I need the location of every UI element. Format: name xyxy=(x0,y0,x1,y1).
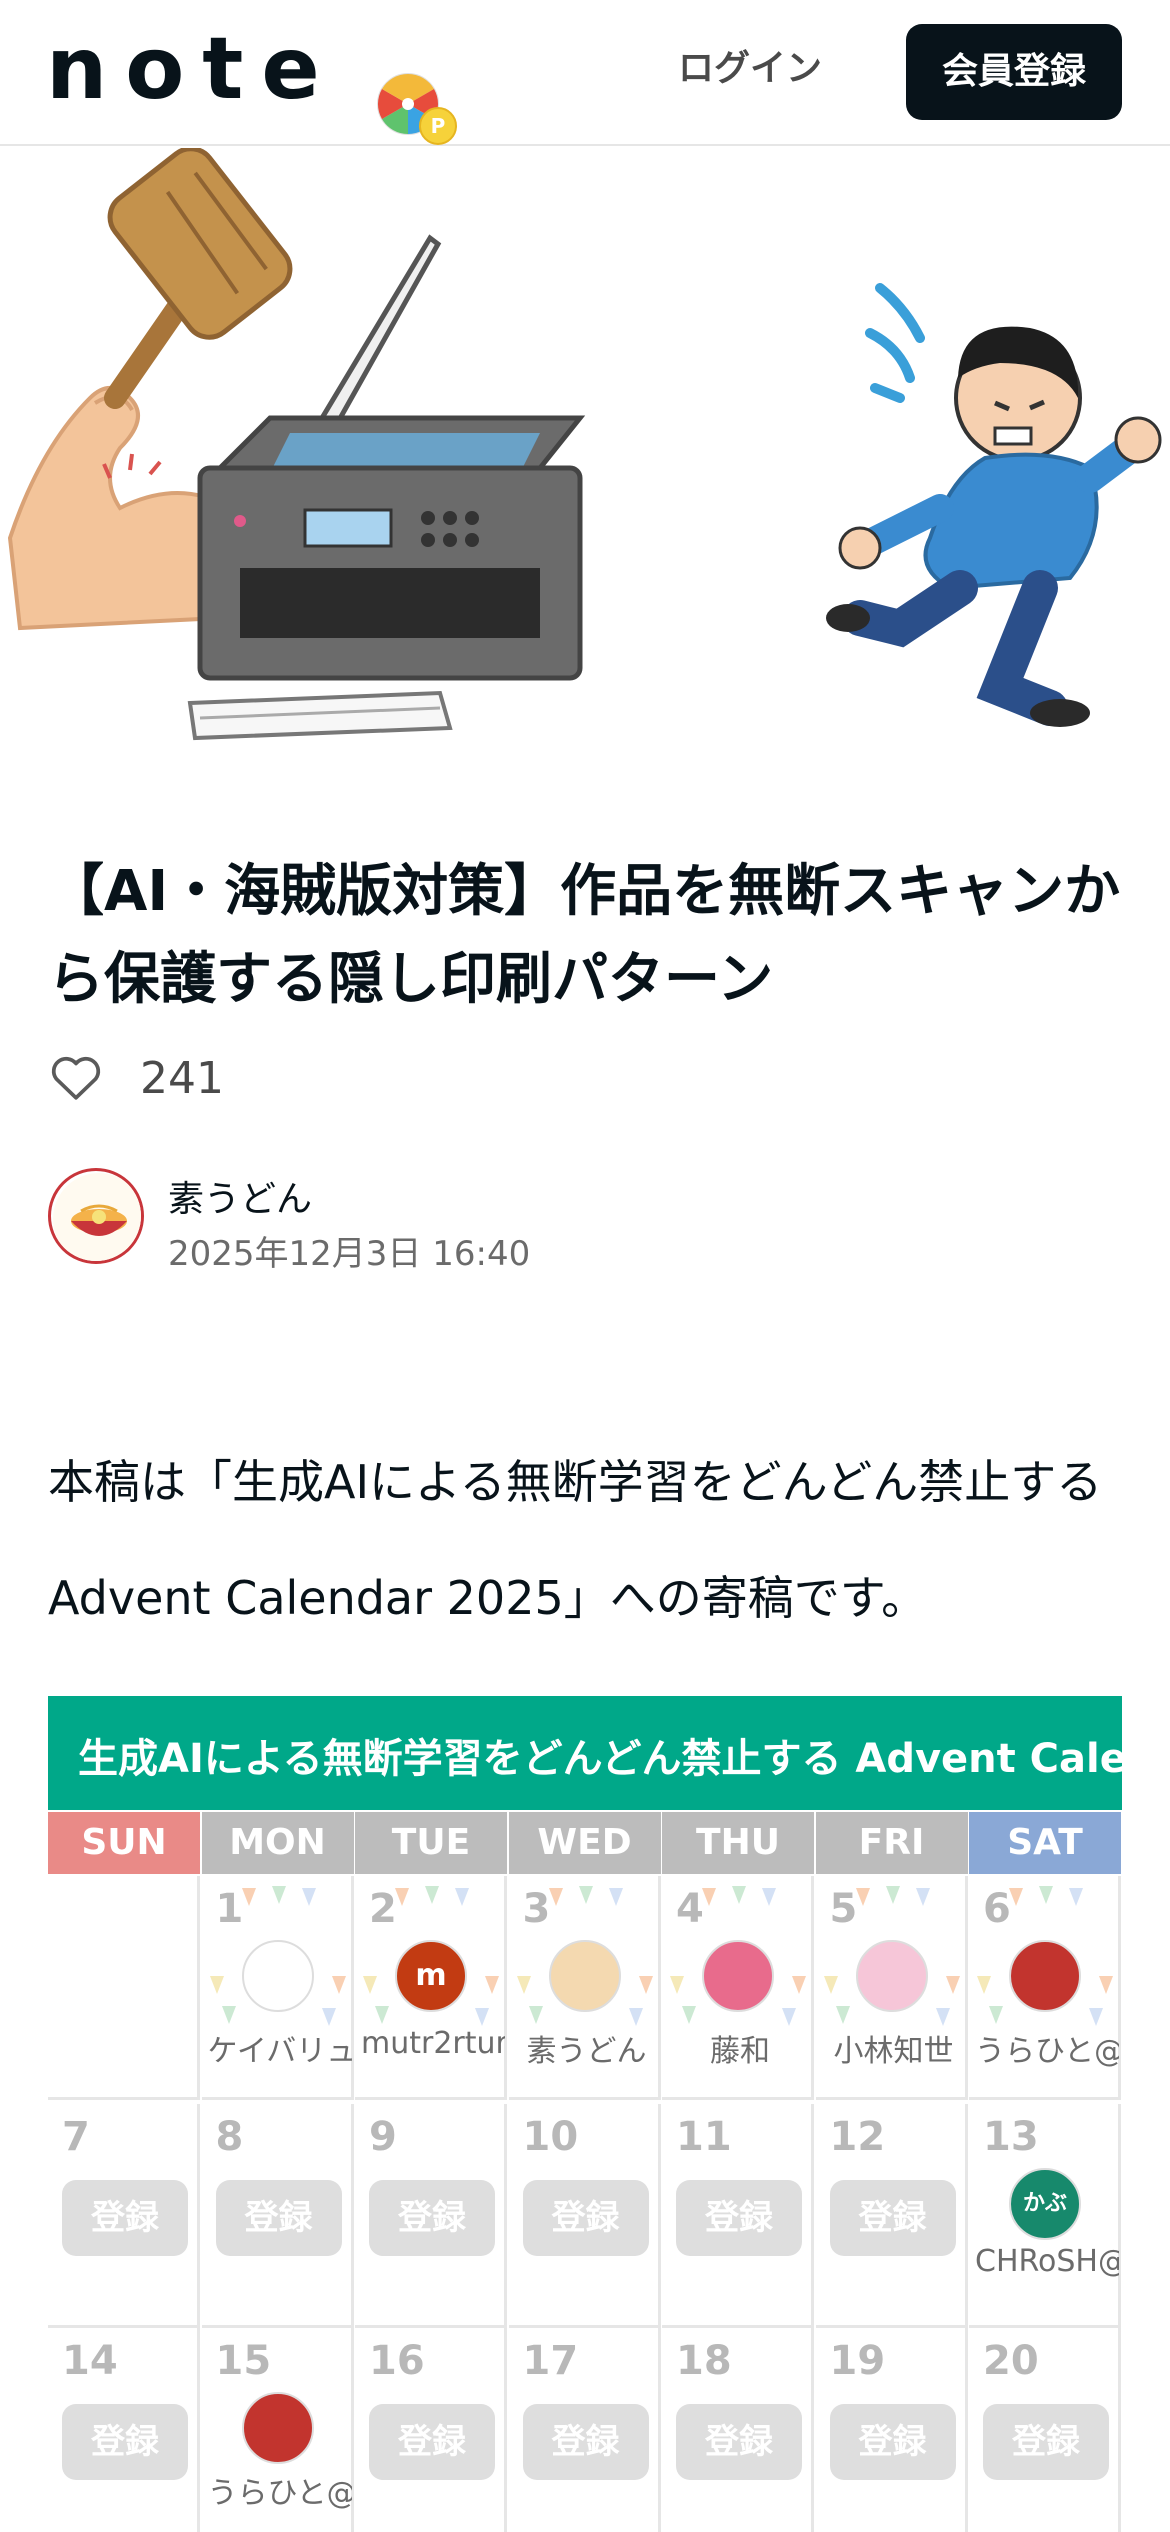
entry-author-avatar[interactable]: かぶ xyxy=(1009,2168,1081,2240)
calendar-day-cell[interactable]: 15 うらひと@ xyxy=(201,2328,354,2532)
calendar-day-number: 6 xyxy=(983,1886,1011,1932)
day-of-week-thu: THU xyxy=(662,1812,814,1874)
calendar-day-cell[interactable]: 4 藤和 xyxy=(662,1876,814,2100)
register-button[interactable]: 登録 xyxy=(522,2404,649,2480)
calendar-day-cell[interactable]: 19 登録 xyxy=(815,2328,968,2532)
calendar-day-cell[interactable]: 8 登録 xyxy=(201,2104,354,2328)
entry-author-avatar[interactable] xyxy=(855,1940,928,2012)
register-button[interactable]: 登録 xyxy=(983,2404,1109,2480)
calendar-day-cell[interactable]: 16 登録 xyxy=(355,2328,507,2532)
calendar-banner-text: 生成AIによる無断学習をどんどん禁止する Advent Calendar 202… xyxy=(78,1736,1122,1782)
calendar-day-cell xyxy=(48,1876,200,2100)
day-of-week-tue: TUE xyxy=(355,1812,507,1874)
calendar-day-cell[interactable]: 1 ケイバリュ xyxy=(201,1876,354,2100)
like-count: 241 xyxy=(140,1052,224,1104)
note-roulette-badge-icon: P xyxy=(377,73,457,145)
udon-bowl-icon xyxy=(53,1173,141,1261)
entry-author-name[interactable]: ケイバリュ xyxy=(208,2026,352,2070)
calendar-day-cell[interactable]: 5 小林知世 xyxy=(815,1876,968,2100)
signup-button[interactable]: 会員登録 xyxy=(906,24,1122,120)
register-button[interactable]: 登録 xyxy=(829,2404,956,2480)
svg-text:P: P xyxy=(431,114,446,138)
heart-outline-icon[interactable] xyxy=(48,1050,104,1106)
article-title: 【AI・海賊版対策】作品を無断スキャンから保護する隠し印刷パターン xyxy=(48,859,1121,1012)
day-of-week-fri: FRI xyxy=(815,1812,968,1874)
calendar-day-number: 12 xyxy=(829,2114,886,2160)
hero-illustration xyxy=(7,148,1162,741)
calendar-day-cell[interactable]: 14 登録 xyxy=(48,2328,200,2532)
entry-author-name[interactable]: CHRoSH@ xyxy=(975,2244,1119,2279)
calendar-day-number: 14 xyxy=(62,2338,118,2384)
calendar-day-cell[interactable]: 3 素うどん xyxy=(508,1876,661,2100)
calendar-day-cell[interactable]: 13 かぶ CHRoSH@ xyxy=(969,2104,1121,2328)
entry-author-avatar[interactable] xyxy=(548,1940,621,2012)
note-logo[interactable]: note P xyxy=(46,26,457,145)
calendar-day-number: 18 xyxy=(676,2338,732,2384)
calendar-day-number: 20 xyxy=(983,2338,1039,2384)
calendar-day-number: 15 xyxy=(215,2338,272,2384)
register-button[interactable]: 登録 xyxy=(522,2180,649,2256)
calendar-day-number: 2 xyxy=(369,1886,397,1932)
entry-author-name[interactable]: うらひと@ xyxy=(975,2026,1119,2070)
author-name[interactable]: 素うどん xyxy=(168,1170,312,1222)
register-button[interactable]: 登録 xyxy=(369,2404,495,2480)
day-of-week-sun: SUN xyxy=(48,1812,200,1874)
calendar-day-cell[interactable]: 2 m mutr2rtur xyxy=(355,1876,507,2100)
register-button[interactable]: 登録 xyxy=(829,2180,956,2256)
register-button[interactable]: 登録 xyxy=(62,2180,188,2256)
entry-author-name[interactable]: うらひと@ xyxy=(208,2468,352,2512)
day-of-week-sat: SAT xyxy=(969,1812,1121,1874)
calendar-day-number: 8 xyxy=(215,2114,244,2160)
day-of-week-wed: WED xyxy=(508,1812,661,1874)
entry-author-avatar[interactable] xyxy=(241,2392,314,2464)
calendar-day-number: 3 xyxy=(522,1886,551,1932)
calendar-day-cell[interactable]: 20 登録 xyxy=(969,2328,1121,2532)
note-logo-text: note xyxy=(46,19,338,119)
login-link[interactable]: ログイン xyxy=(660,44,840,94)
calendar-day-number: 19 xyxy=(829,2338,886,2384)
calendar-day-cell[interactable]: 12 登録 xyxy=(815,2104,968,2328)
calendar-day-number: 9 xyxy=(369,2114,397,2160)
calendar-day-number: 13 xyxy=(983,2114,1039,2160)
day-of-week-mon: MON xyxy=(201,1812,354,1874)
register-button[interactable]: 登録 xyxy=(369,2180,495,2256)
top-header: note P ログイン 会員登録 xyxy=(0,0,1170,146)
calendar-day-number: 16 xyxy=(369,2338,425,2384)
article-intro-paragraph: 本稿は「生成AIによる無断学習をどんどん禁止する Advent Calendar… xyxy=(48,1455,1103,1625)
running-man-illustration xyxy=(826,283,1162,727)
calendar-day-cell[interactable]: 10 登録 xyxy=(508,2104,661,2328)
calendar-day-number: 11 xyxy=(676,2114,732,2160)
entry-author-avatar[interactable] xyxy=(241,1940,314,2012)
publish-date: 2025年12月3日 16:40 xyxy=(168,1234,531,1274)
calendar-day-cell[interactable]: 6 うらひと@ xyxy=(969,1876,1121,2100)
calendar-day-cell[interactable]: 9 登録 xyxy=(355,2104,507,2328)
entry-author-avatar[interactable] xyxy=(1009,1940,1081,2012)
calendar-day-number: 1 xyxy=(215,1886,244,1932)
register-button[interactable]: 登録 xyxy=(676,2404,802,2480)
calendar-day-number: 10 xyxy=(522,2114,579,2160)
entry-author-avatar[interactable] xyxy=(702,1940,774,2012)
calendar-day-cell[interactable]: 11 登録 xyxy=(662,2104,814,2328)
entry-author-name[interactable]: 小林知世 xyxy=(822,2026,966,2070)
calendar-banner: 生成AIによる無断学習をどんどん禁止する Advent Calendar 202… xyxy=(48,1696,1122,1810)
like-section: 241 xyxy=(48,1048,224,1108)
calendar-day-cell[interactable]: 17 登録 xyxy=(508,2328,661,2532)
calendar-day-number: 5 xyxy=(829,1886,858,1932)
entry-author-name[interactable]: 藤和 xyxy=(668,2026,812,2070)
calendar-day-cell[interactable]: 7 登録 xyxy=(48,2104,200,2328)
entry-author-avatar[interactable]: m xyxy=(395,1940,467,2012)
wooden-hammer-illustration xyxy=(104,148,293,409)
calendar-day-number: 4 xyxy=(676,1886,704,1932)
calendar-day-number: 17 xyxy=(522,2338,579,2384)
calendar-day-number: 7 xyxy=(62,2114,90,2160)
advent-calendar-image: 生成AIによる無断学習をどんどん禁止する Advent Calendar 202… xyxy=(48,1696,1122,2532)
register-button[interactable]: 登録 xyxy=(215,2180,342,2256)
register-button[interactable]: 登録 xyxy=(676,2180,802,2256)
register-button[interactable]: 登録 xyxy=(62,2404,188,2480)
author-avatar[interactable] xyxy=(48,1168,144,1264)
entry-author-name[interactable]: mutr2rtur xyxy=(361,2026,505,2061)
calendar-day-cell[interactable]: 18 登録 xyxy=(662,2328,814,2532)
entry-author-name[interactable]: 素うどん xyxy=(515,2026,659,2070)
